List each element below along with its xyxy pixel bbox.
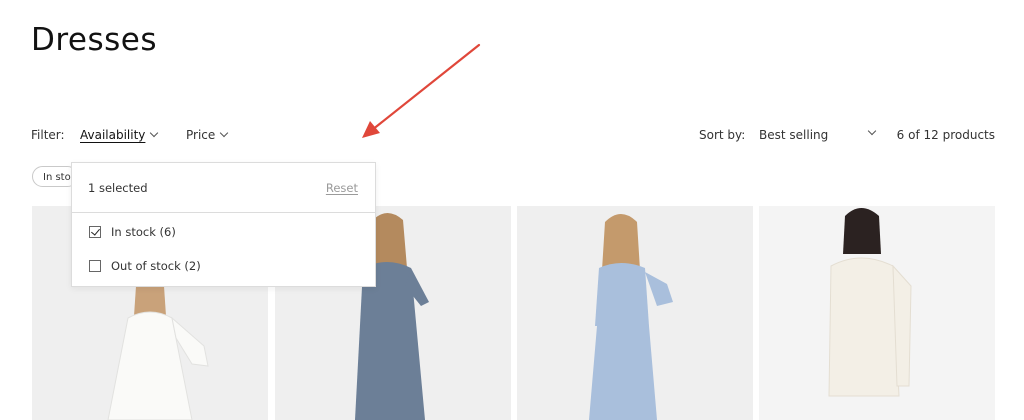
filter-label: Filter: [31,128,65,142]
availability-filter-button[interactable]: Availability [80,128,159,142]
sort-selected-value: Best selling [759,128,829,142]
selected-count: 1 selected [88,181,148,195]
option-label: In stock (6) [111,225,176,239]
checkbox-unchecked-icon[interactable] [89,260,101,272]
product-card[interactable] [517,206,753,420]
dropdown-header: 1 selected Reset [72,163,375,213]
reset-link[interactable]: Reset [326,181,358,195]
filter-bar: Filter: Availability Price Sort by: Best… [31,126,995,145]
product-card[interactable] [759,206,995,420]
availability-option-out-of-stock[interactable]: Out of stock (2) [89,259,201,273]
availability-dropdown: 1 selected Reset In stock (6) Out of sto… [71,162,376,287]
chevron-down-icon [220,128,229,138]
product-image [517,206,753,420]
availability-option-in-stock[interactable]: In stock (6) [89,225,176,239]
chevron-down-icon [867,126,877,136]
product-count: 6 of 12 products [896,128,995,142]
page-title: Dresses [31,22,158,58]
sort-label: Sort by: [699,128,746,142]
checkbox-checked-icon[interactable] [89,226,101,238]
option-label: Out of stock (2) [111,259,201,273]
availability-filter-label: Availability [80,128,146,142]
product-image [759,206,995,420]
price-filter-label: Price [186,128,216,142]
price-filter-button[interactable]: Price [186,128,229,142]
sort-select[interactable]: Best selling [759,126,877,142]
chevron-down-icon [150,128,159,138]
